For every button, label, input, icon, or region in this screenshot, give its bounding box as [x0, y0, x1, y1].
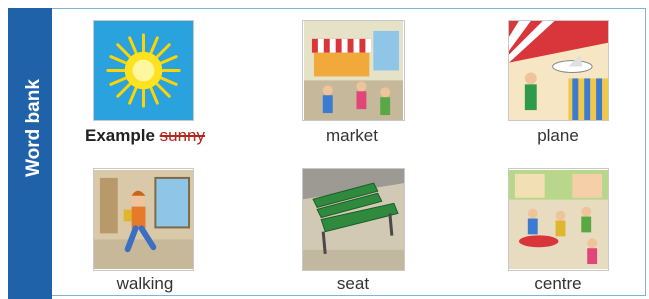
example-caption: Example sunny	[85, 126, 205, 146]
word-walking: walking	[116, 274, 174, 293]
word-bank-title: Word bank	[23, 79, 44, 177]
word-bank-tab: Word bank	[8, 8, 52, 299]
plane-picture	[508, 20, 609, 121]
centre-picture	[508, 168, 609, 271]
word-seat: seat	[336, 274, 370, 293]
seat-picture	[302, 168, 405, 271]
sun-picture	[93, 20, 194, 121]
market-picture	[302, 20, 405, 121]
word-market: market	[326, 126, 378, 145]
walking-picture	[93, 168, 194, 271]
word-plane: plane	[537, 126, 579, 145]
example-label: Example	[84, 126, 155, 145]
word-centre: centre	[534, 274, 582, 293]
example-word: sunny	[159, 126, 206, 145]
